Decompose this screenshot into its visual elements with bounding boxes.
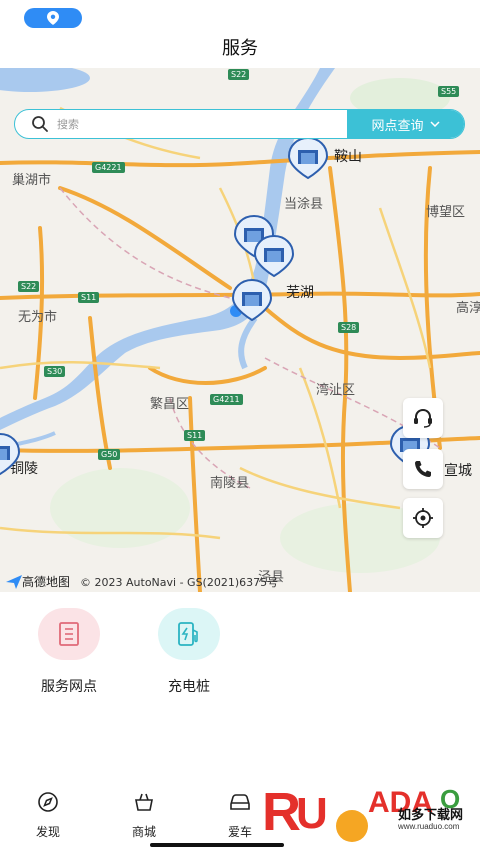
car-icon — [230, 794, 250, 810]
road-tag: S30 — [44, 366, 66, 377]
amap-logo-text: 高德地图 — [22, 575, 71, 589]
phone-icon — [415, 461, 431, 477]
home-indicator — [150, 843, 284, 847]
locate-button[interactable] — [403, 498, 443, 538]
nav-mall-label: 商城 — [131, 825, 156, 839]
map-label-nanling: 南陵县 — [210, 476, 250, 491]
svg-text:U: U — [296, 789, 328, 838]
copyright-text: © 2023 AutoNavi - GS(2021)6375号 — [80, 575, 279, 589]
location-pin-icon — [47, 11, 59, 25]
service-outlets-button[interactable]: 服务网点 — [14, 608, 124, 696]
road-tag: G4221 — [92, 162, 125, 173]
map-label-maanshan: 鞍山 — [334, 149, 362, 165]
service-center-icon — [0, 432, 21, 476]
service-shortcuts: 服务网点 充电桩 — [0, 608, 480, 698]
map-label-gaochun: 高淳 — [456, 301, 480, 316]
charger-icon — [178, 622, 198, 646]
service-center-marker[interactable] — [252, 234, 296, 278]
basket-icon — [135, 793, 153, 811]
map-label-dangtu: 当涂县 — [284, 197, 324, 212]
service-center-icon — [287, 136, 329, 180]
discover-icon — [38, 792, 58, 812]
page-title: 服务 — [222, 38, 258, 59]
map-credit: 高德地图 © 2023 AutoNavi - GS(2021)6375号 — [6, 573, 278, 590]
outlet-query-label: 网点查询 — [371, 118, 424, 134]
road-tag: S22 — [18, 281, 40, 292]
watermark-url: www.ruaduo.com — [398, 822, 460, 831]
service-center-marker[interactable] — [0, 432, 22, 476]
outlet-query-dropdown[interactable]: 网点查询 — [347, 110, 464, 138]
service-outlets-label: 服务网点 — [41, 679, 97, 695]
service-outlets-circle — [38, 608, 100, 660]
service-center-icon — [253, 234, 295, 278]
chevron-down-icon — [429, 121, 440, 127]
search-icon — [32, 116, 48, 132]
headset-icon — [414, 408, 432, 428]
search-input[interactable] — [55, 116, 347, 132]
customer-service-button[interactable] — [403, 398, 443, 438]
map-label-wuhu: 芜湖 — [286, 285, 314, 301]
nav-discover-label: 发现 — [35, 825, 60, 839]
road-tag: S22 — [228, 69, 250, 80]
charging-pile-label: 充电桩 — [168, 679, 210, 695]
road-tag: S11 — [184, 430, 206, 441]
crosshair-icon — [413, 508, 433, 528]
nav-mall[interactable]: 商城 — [114, 791, 174, 840]
map-label-wanzhi: 湾沚区 — [316, 383, 356, 398]
road-tag: S11 — [78, 292, 100, 303]
service-center-marker[interactable] — [286, 136, 330, 180]
map-label-chaohu: 巢湖市 — [12, 173, 52, 188]
watermark-cn: 如多下载网 — [398, 807, 464, 822]
building-icon — [59, 622, 79, 646]
charging-pile-circle — [158, 608, 220, 660]
search-bar: 网点查询 — [14, 109, 465, 139]
map-label-xuancheng: 宣城 — [444, 463, 472, 479]
road-tag: G4211 — [210, 394, 243, 405]
location-pill[interactable] — [24, 8, 82, 28]
charging-pile-button[interactable]: 充电桩 — [134, 608, 244, 696]
watermark-logo: R U ADA O 如多下载网 www.ruaduo.com — [260, 770, 480, 850]
service-center-marker[interactable] — [230, 278, 274, 322]
road-tag: S55 — [438, 86, 460, 97]
map-label-wuwei: 无为市 — [18, 310, 58, 325]
amap-arrow-icon — [6, 574, 22, 589]
map-label-fanchang: 繁昌区 — [150, 397, 190, 412]
service-center-icon — [231, 278, 273, 322]
road-tag: G50 — [98, 449, 121, 460]
phone-button[interactable] — [403, 449, 443, 489]
amap-logo: 高德地图 — [6, 573, 70, 590]
road-tag: S28 — [338, 322, 360, 333]
map-label-bowang: 博望区 — [426, 205, 466, 220]
nav-discover[interactable]: 发现 — [18, 791, 78, 840]
